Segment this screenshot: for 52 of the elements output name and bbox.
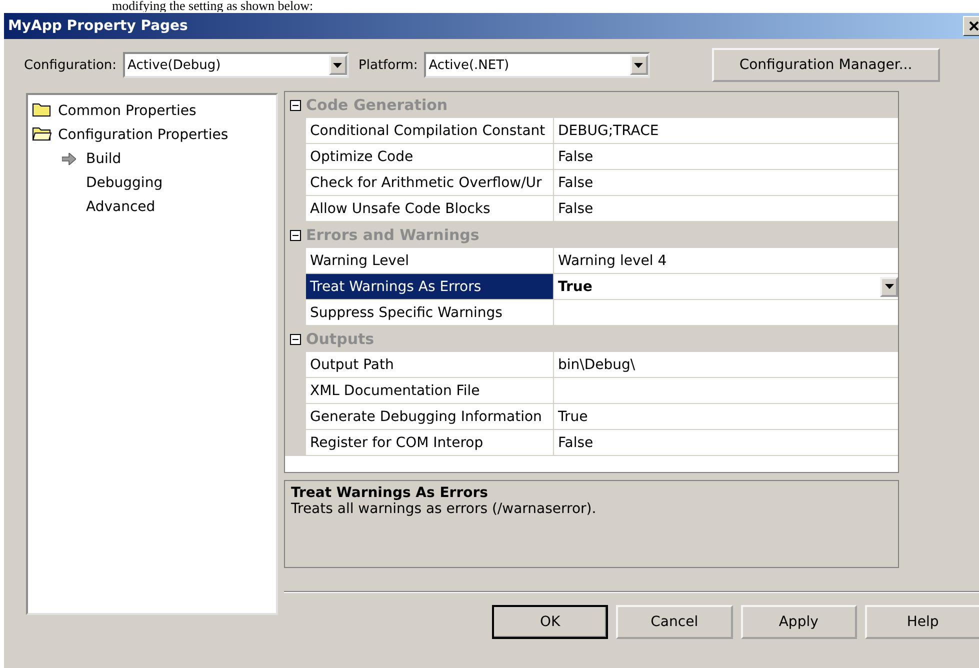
dialog-button[interactable]: OK [492,605,608,639]
window-title: MyApp Property Pages [8,18,188,34]
collapse-icon[interactable] [290,100,301,110]
property-name[interactable]: Allow Unsafe Code Blocks [306,196,554,222]
property-name[interactable]: Output Path [306,352,554,378]
property-value[interactable]: False [554,196,898,222]
property-name[interactable]: Treat Warnings As Errors [306,274,554,300]
collapse-icon[interactable] [290,334,301,344]
dropdown-button[interactable] [880,276,898,296]
close-icon [969,21,979,31]
property-value[interactable]: Warning level 4 [554,248,898,274]
property-name[interactable]: Warning Level [306,248,554,274]
configuration-label: Configuration: [24,58,117,72]
collapse-icon[interactable] [290,230,301,240]
platform-dropdown[interactable]: Active(.NET) [424,52,650,78]
dialog-button[interactable]: Cancel [616,605,732,639]
property-value[interactable]: True [554,274,898,300]
property-name[interactable]: Register for COM Interop [306,430,554,456]
dropdown-arrow-icon [333,62,342,68]
close-button[interactable] [963,16,979,36]
property-name[interactable]: Generate Debugging Information [306,404,554,430]
category-title: Errors and Warnings [306,226,480,244]
property-value[interactable]: True [554,404,898,430]
configuration-manager-button[interactable]: Configuration Manager... [712,48,940,82]
property-value[interactable]: DEBUG;TRACE [554,118,898,144]
tree-item[interactable]: Advanced [86,199,156,215]
property-value[interactable]: False [554,170,898,196]
dialog-button[interactable]: Help [864,605,979,639]
tree-item[interactable]: Build [86,151,122,167]
property-value[interactable]: False [554,430,898,456]
tree-item[interactable]: Debugging [86,175,163,191]
dropdown-arrow-icon [884,284,894,289]
property-name[interactable]: Optimize Code [306,144,554,170]
property-name[interactable]: XML Documentation File [306,378,554,404]
property-value[interactable]: bin\Debug\ [554,352,898,378]
dialog-button[interactable]: Apply [740,605,857,639]
property-name[interactable]: Check for Arithmetic Overflow/Ur [306,170,554,196]
property-name[interactable]: Suppress Specific Warnings [306,300,554,326]
open-folder-icon [32,125,52,141]
tree-item[interactable]: Common Properties [58,103,196,119]
property-name[interactable]: Conditional Compilation Constant [306,118,554,144]
tree-item[interactable]: Configuration Properties [58,127,228,143]
description-text: Treats all warnings as errors (/warnaserror). [291,501,598,517]
configuration-dropdown[interactable]: Active(Debug) [122,52,349,78]
caption-text: modifying the setting as shown below: [111,0,314,12]
dropdown-arrow-icon [634,62,644,68]
description-title: Treat Warnings As Errors [291,485,489,501]
platform-label: Platform: [358,58,418,72]
property-value[interactable]: False [554,144,898,170]
folder-icon [32,101,52,117]
category-title: Outputs [306,330,374,348]
category-title: Code Generation [306,96,448,114]
